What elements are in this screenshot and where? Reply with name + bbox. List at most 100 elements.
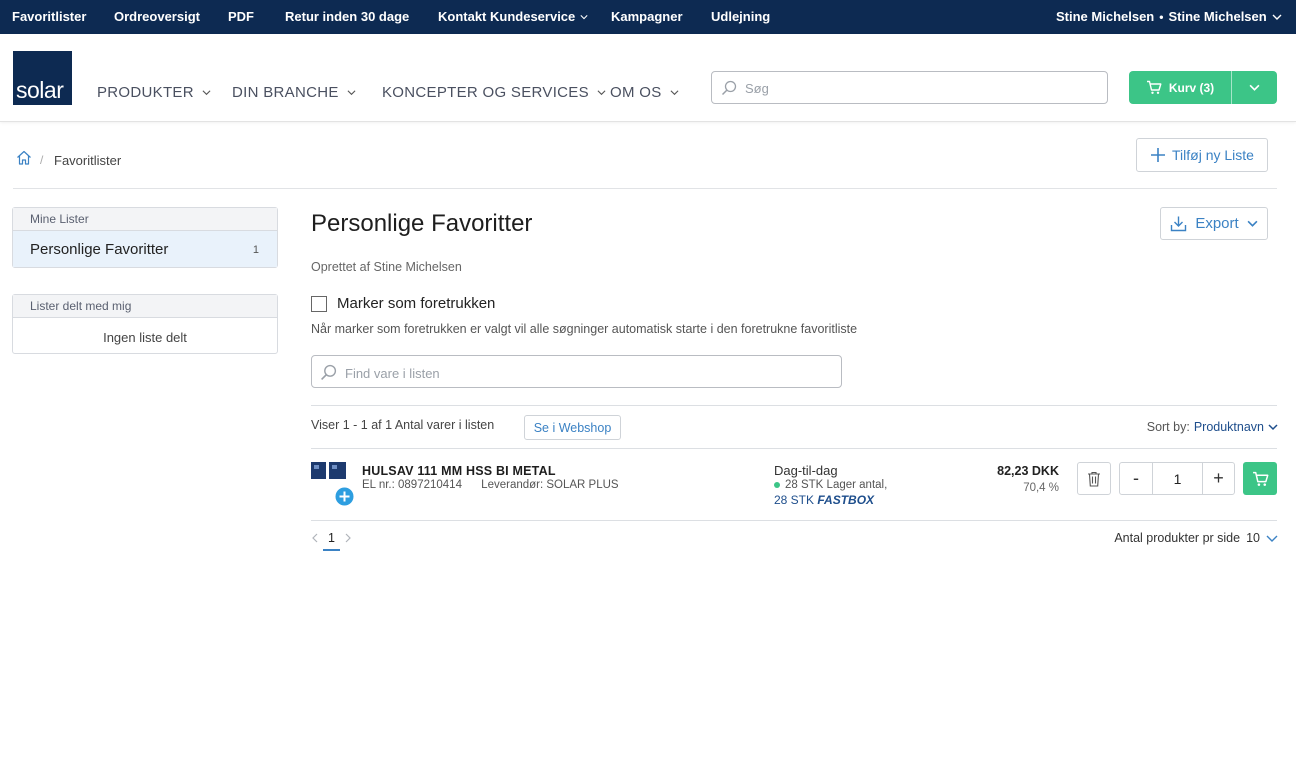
main-header: solar PRODUKTER DIN BRANCHE KONCEPTER OG… xyxy=(0,34,1296,122)
product-name[interactable]: HULSAV 111 MM HSS BI METAL xyxy=(362,464,556,478)
page-number-current[interactable]: 1 xyxy=(328,531,335,545)
topbar-link-kontakt-kundeservice[interactable]: Kontakt Kundeservice xyxy=(438,0,588,34)
cart-label: Kurv (3) xyxy=(1168,80,1215,95)
current-page-indicator xyxy=(323,549,340,551)
chevron-down-icon xyxy=(670,89,678,95)
user-company: Stine Michelsen xyxy=(1056,9,1155,24)
breadcrumb-separator: / xyxy=(40,153,44,167)
preferred-hint: Når marker som foretrukken er valgt vil … xyxy=(311,322,858,336)
topbar-link-ordreoversigt[interactable]: Ordreoversigt xyxy=(114,0,200,34)
preferred-checkbox[interactable] xyxy=(311,295,327,312)
solar-logo[interactable]: solar xyxy=(13,51,72,105)
per-page-label: Antal produkter pr side xyxy=(1114,531,1241,545)
search-icon xyxy=(321,364,337,380)
shared-lists-empty: Ingen liste delt xyxy=(103,330,187,345)
export-label: Export xyxy=(1195,215,1239,232)
list-item-count: 1 xyxy=(252,244,259,256)
sort-value: Produktnavn xyxy=(1193,420,1264,434)
fastbox-qty: 28 STK xyxy=(774,493,815,507)
my-lists-header: Mine Lister xyxy=(13,208,277,231)
chevron-down-icon xyxy=(1249,84,1260,91)
add-new-list-label: Tilføj ny Liste xyxy=(1172,147,1254,163)
divider xyxy=(13,188,1277,189)
page-title: Personlige Favoritter xyxy=(311,210,533,237)
see-in-webshop-label: Se i Webshop xyxy=(533,420,612,435)
nav-om-os[interactable]: OM OS xyxy=(610,83,679,101)
find-in-list-input[interactable] xyxy=(345,363,825,383)
my-lists-panel: Mine Lister Personlige Favoritter 1 xyxy=(12,207,278,268)
topbar-link-retur[interactable]: Retur inden 30 dage xyxy=(285,0,409,34)
delivery-time: Dag-til-dag xyxy=(774,463,838,478)
shared-lists-panel: Lister delt med mig Ingen liste delt xyxy=(12,294,278,354)
preferred-label: Marker som foretrukken xyxy=(337,295,496,312)
user-menu[interactable]: Stine Michelsen • Stine Michelsen xyxy=(1056,0,1282,34)
remove-item-button[interactable] xyxy=(1077,462,1111,495)
home-icon[interactable] xyxy=(16,150,32,165)
topbar-link-favoritlister[interactable]: Favoritlister xyxy=(12,0,86,34)
quantity-stepper: - 1 + xyxy=(1119,462,1235,495)
divider xyxy=(311,520,1277,521)
chevron-down-icon xyxy=(580,15,588,20)
nav-din-branche[interactable]: DIN BRANCHE xyxy=(232,83,356,101)
topbar-link-pdf[interactable]: PDF xyxy=(228,0,254,34)
list-item-personlige-favoritter[interactable]: Personlige Favoritter 1 xyxy=(13,231,277,267)
sort-label: Sort by: xyxy=(1146,420,1190,434)
product-meta: EL nr.: 0897210414 Leverandør: SOLAR PLU… xyxy=(362,479,619,491)
nav-produkter[interactable]: PRODUKTER xyxy=(97,83,211,101)
product-image[interactable] xyxy=(311,462,346,480)
search-input[interactable] xyxy=(745,78,1095,98)
products-per-page[interactable]: Antal produkter pr side 10 xyxy=(1114,531,1278,545)
add-circle-icon[interactable] xyxy=(335,487,354,506)
product-price: 82,23 DKK xyxy=(997,464,1059,478)
chevron-right-icon[interactable] xyxy=(344,533,352,543)
user-name: Stine Michelsen xyxy=(1168,9,1267,24)
search-icon xyxy=(721,80,737,96)
export-button[interactable]: Export xyxy=(1160,207,1268,240)
chevron-down-icon xyxy=(1272,14,1282,20)
chevron-down-icon xyxy=(1268,424,1278,431)
add-new-list-button[interactable]: Tilføj ny Liste xyxy=(1136,138,1268,172)
created-by: Oprettet af Stine Michelsen xyxy=(311,260,462,274)
cart-button-group: Kurv (3) xyxy=(1129,71,1277,104)
product-supplier: Leverandør: SOLAR PLUS xyxy=(481,479,619,491)
list-item-label: Personlige Favoritter xyxy=(30,241,169,258)
chevron-down-icon xyxy=(1266,535,1278,542)
cart-dropdown-button[interactable] xyxy=(1232,71,1277,104)
add-to-cart-button[interactable] xyxy=(1243,462,1277,495)
fastbox-stock: 28 STK FASTBOX xyxy=(774,493,874,507)
nav-koncepter-og-services[interactable]: KONCEPTER OG SERVICES xyxy=(382,83,606,101)
per-page-value: 10 xyxy=(1246,531,1260,545)
sort-by[interactable]: Sort by: Produktnavn xyxy=(1147,420,1278,434)
chevron-down-icon xyxy=(202,89,211,95)
see-in-webshop-button[interactable]: Se i Webshop xyxy=(524,415,621,440)
divider xyxy=(311,448,1277,449)
divider xyxy=(311,405,1277,406)
plus-icon xyxy=(1151,148,1166,162)
shared-lists-header: Lister delt med mig xyxy=(13,295,277,318)
trash-icon xyxy=(1088,471,1100,487)
cart-button[interactable]: Kurv (3) xyxy=(1129,71,1231,104)
product-el-nr: EL nr.: 0897210414 xyxy=(362,479,462,491)
chevron-left-icon[interactable] xyxy=(311,533,319,543)
quantity-increase-button[interactable]: + xyxy=(1202,463,1234,494)
top-bar: Favoritlister Ordreoversigt PDF Retur in… xyxy=(0,0,1296,34)
quantity-decrease-button[interactable]: - xyxy=(1120,463,1153,494)
user-separator: • xyxy=(1159,10,1164,24)
quantity-input[interactable]: 1 xyxy=(1153,463,1202,494)
topbar-link-udlejning[interactable]: Udlejning xyxy=(711,0,770,34)
site-search xyxy=(711,71,1108,104)
chevron-down-icon xyxy=(1247,220,1258,227)
topbar-link-kampagner[interactable]: Kampagner xyxy=(611,0,683,34)
stock-status: 28 STK Lager antal, xyxy=(774,479,887,491)
in-stock-dot-icon xyxy=(774,482,780,488)
download-icon xyxy=(1171,216,1187,232)
cart-icon xyxy=(1146,80,1162,94)
preferred-row: Marker som foretrukken xyxy=(311,295,495,312)
chevron-down-icon xyxy=(597,89,606,95)
product-discount: 70,4 % xyxy=(1023,482,1059,494)
stock-text: 28 STK Lager antal, xyxy=(785,479,888,491)
find-in-list xyxy=(311,355,842,388)
breadcrumb-current: Favoritlister xyxy=(54,153,122,168)
chevron-down-icon xyxy=(347,89,356,95)
fastbox-label: FASTBOX xyxy=(817,493,875,507)
